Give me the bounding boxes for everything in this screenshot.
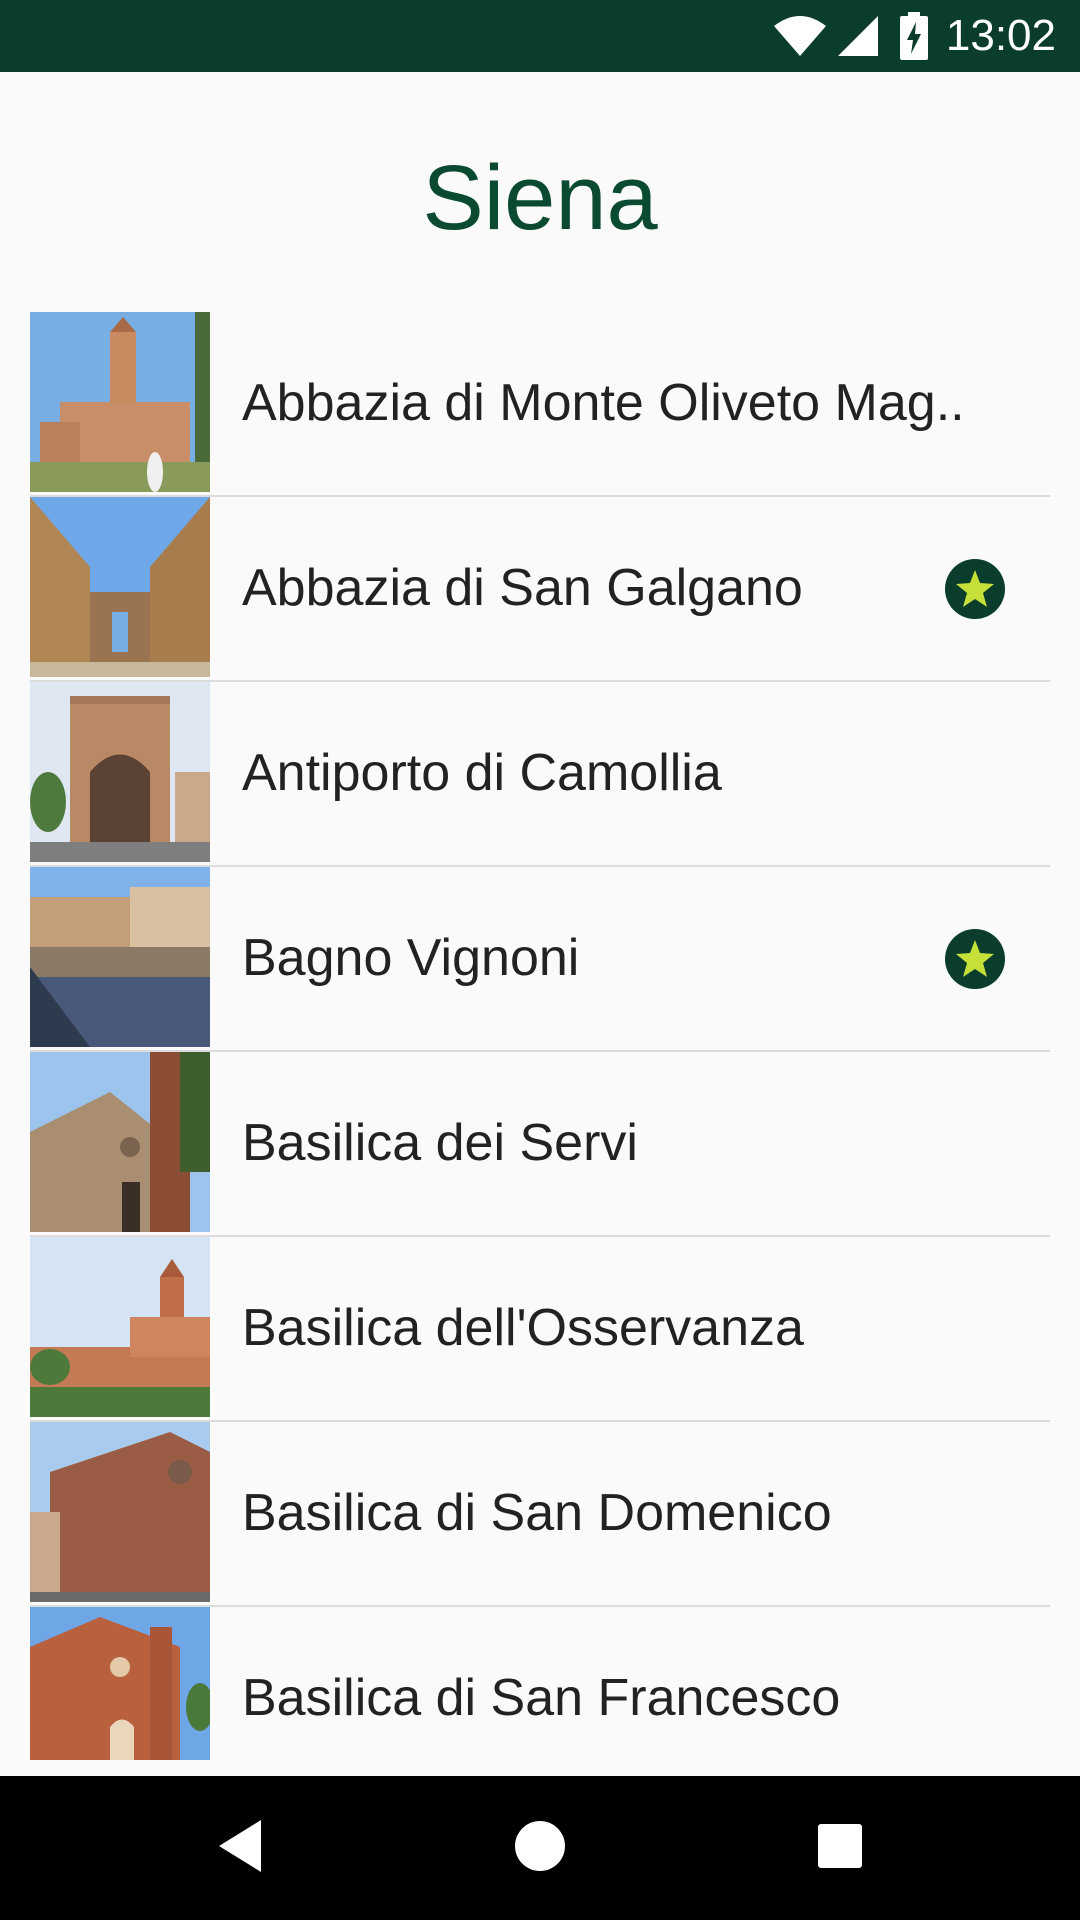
list-item[interactable]: Basilica dell'Osservanza (30, 1237, 1050, 1422)
favorite-star-icon[interactable] (944, 928, 1006, 990)
system-nav-bar (0, 1776, 1080, 1920)
thumbnail-image (30, 1607, 210, 1760)
list-item[interactable]: Antiporto di Camollia (30, 682, 1050, 867)
list-item[interactable]: Basilica di San Domenico (30, 1422, 1050, 1607)
item-label: Basilica dell'Osservanza (242, 1299, 804, 1357)
list-item[interactable]: Abbazia di Monte Oliveto Mag.. (30, 312, 1050, 497)
thumbnail-image (30, 497, 210, 677)
item-label: Basilica di San Domenico (242, 1484, 832, 1542)
favorite-star-icon[interactable] (944, 558, 1006, 620)
cell-signal-icon (836, 14, 880, 58)
back-button[interactable] (160, 1776, 320, 1920)
places-list: Abbazia di Monte Oliveto Mag.. Abbazia d… (30, 312, 1050, 1790)
item-label: Basilica di San Francesco (242, 1669, 841, 1727)
recents-button[interactable] (760, 1776, 920, 1920)
status-icons: 13:02 (772, 0, 1056, 72)
item-label: Antiporto di Camollia (242, 744, 722, 802)
list-item[interactable]: Abbazia di San Galgano (30, 497, 1050, 682)
status-time: 13:02 (945, 11, 1056, 60)
thumbnail-image (30, 1237, 210, 1417)
item-label: Abbazia di San Galgano (242, 559, 803, 617)
page-title: Siena (422, 147, 658, 249)
home-icon (514, 1820, 566, 1877)
list-item[interactable]: Basilica dei Servi (30, 1052, 1050, 1237)
thumbnail-image (30, 1052, 210, 1232)
status-bar: 13:02 (0, 0, 1080, 72)
home-button[interactable] (460, 1776, 620, 1920)
thumbnail-image (30, 867, 210, 1047)
recents-icon (817, 1823, 863, 1874)
back-icon (215, 1818, 265, 1879)
thumbnail-image (30, 682, 210, 862)
list-item[interactable]: Basilica di San Francesco (30, 1607, 1050, 1790)
list-item[interactable]: Bagno Vignoni (30, 867, 1050, 1052)
thumbnail-image (30, 312, 210, 492)
thumbnail-image (30, 1422, 210, 1602)
item-label: Bagno Vignoni (242, 929, 580, 987)
item-label: Abbazia di Monte Oliveto Mag.. (242, 374, 965, 432)
battery-charging-icon (899, 12, 928, 60)
item-label: Basilica dei Servi (242, 1114, 638, 1172)
wifi-icon (772, 14, 828, 58)
